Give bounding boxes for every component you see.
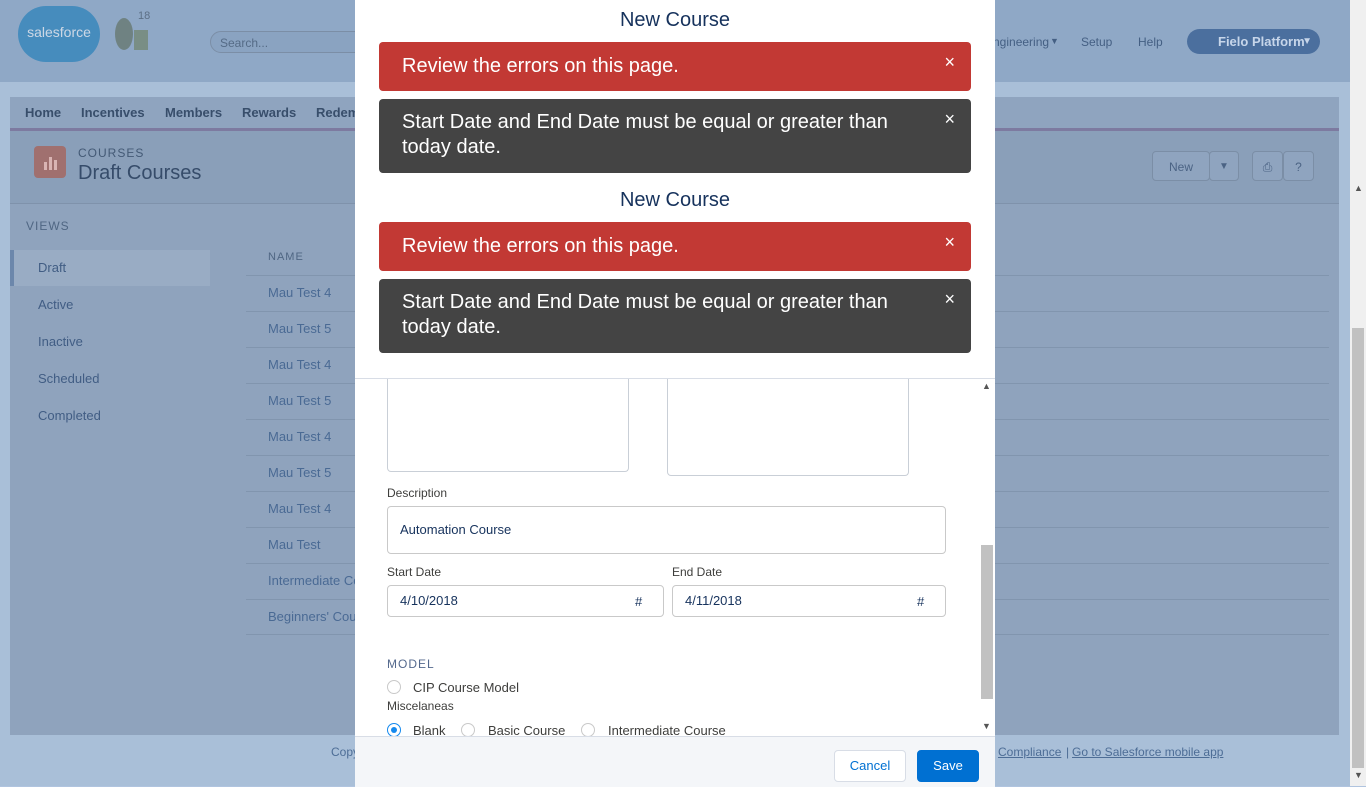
modal-title: New Course	[619, 9, 731, 31]
scrollbar-thumb[interactable]	[981, 545, 993, 699]
nav-tab-members[interactable]: Members	[165, 105, 222, 120]
view-item-completed[interactable]: Completed	[10, 398, 210, 434]
description-label: Description	[387, 486, 448, 500]
setup-link[interactable]: Setup	[1081, 35, 1112, 49]
app-switcher-button[interactable]: Fielo Platform ▼	[1187, 29, 1320, 54]
chart-icon	[34, 146, 66, 178]
modal-scrollbar[interactable]: ▲ ▼	[979, 379, 995, 736]
footer-link-mobile[interactable]: Go to Salesforce mobile app	[1072, 745, 1223, 759]
toast-message: Start Date and End Date must be equal or…	[402, 111, 888, 158]
toast-message: Review the errors on this page.	[402, 235, 679, 257]
start-date-input[interactable]: 4/10/2018	[387, 585, 664, 617]
scroll-down-icon[interactable]: ▼	[982, 721, 991, 731]
end-date-label: End Date	[672, 565, 723, 579]
image-upload-area[interactable]	[387, 379, 629, 472]
views-heading: VIEWS	[26, 219, 70, 233]
help-button[interactable]: ?	[1283, 151, 1314, 181]
scrollbar-thumb[interactable]	[1352, 328, 1364, 768]
nav-tab-home[interactable]: Home	[25, 105, 61, 120]
chevron-down-icon: ▼	[1302, 36, 1312, 47]
salesforce-logo: salesforce	[18, 6, 100, 62]
intermediate-course-radio[interactable]	[581, 723, 595, 737]
calendar-icon[interactable]: #	[635, 594, 642, 609]
close-icon[interactable]: ×	[944, 232, 955, 252]
help-link[interactable]: Help	[1138, 35, 1163, 49]
blank-radio[interactable]	[387, 723, 401, 737]
error-toast: Review the errors on this page. ×	[379, 42, 971, 91]
miscelaneas-label: Miscelaneas	[387, 699, 454, 713]
global-search-input[interactable]: Search...	[210, 31, 370, 53]
footer-link-compliance[interactable]: Compliance	[998, 745, 1061, 759]
window-scrollbar[interactable]: ▲ ▼	[1350, 0, 1366, 786]
save-button[interactable]: Save	[917, 750, 979, 782]
view-item-scheduled[interactable]: Scheduled	[10, 361, 210, 397]
view-item-inactive[interactable]: Inactive	[10, 324, 210, 360]
error-toast: Review the errors on this page. ×	[379, 222, 971, 271]
nav-tab-incentives[interactable]: Incentives	[81, 105, 145, 120]
nav-tab-redemptions[interactable]: Redem	[316, 105, 359, 120]
page-title: Draft Courses	[78, 162, 202, 184]
view-item-draft[interactable]: Draft	[10, 250, 210, 286]
end-date-input[interactable]: 4/11/2018	[672, 585, 946, 617]
chevron-down-icon: ▼	[1050, 36, 1059, 46]
toast-message: Review the errors on this page.	[402, 55, 679, 77]
printer-icon[interactable]: ⎙	[1252, 151, 1283, 181]
app-switcher-label: Fielo Platform	[1218, 34, 1305, 49]
object-label: COURSES	[78, 146, 145, 160]
close-icon[interactable]: ×	[944, 289, 955, 309]
new-button[interactable]: New	[1152, 151, 1210, 181]
info-toast: Start Date and End Date must be equal or…	[379, 279, 971, 353]
toast-message: Start Date and End Date must be equal or…	[402, 291, 888, 338]
close-icon[interactable]: ×	[944, 52, 955, 72]
scroll-down-icon[interactable]: ▼	[1354, 770, 1363, 780]
info-toast: Start Date and End Date must be equal or…	[379, 99, 971, 173]
chevron-down-icon[interactable]: ▼	[1209, 151, 1239, 181]
image-upload-area[interactable]	[667, 379, 909, 476]
cip-course-model-radio[interactable]	[387, 680, 401, 694]
description-input[interactable]: Automation Course	[387, 506, 946, 554]
start-date-label: Start Date	[387, 565, 442, 579]
view-item-active[interactable]: Active	[10, 287, 210, 323]
basic-course-radio[interactable]	[461, 723, 475, 737]
nav-tab-rewards[interactable]: Rewards	[242, 105, 296, 120]
scroll-up-icon[interactable]: ▲	[982, 381, 991, 391]
footer-separator: |	[1066, 745, 1070, 759]
close-icon[interactable]: ×	[944, 109, 955, 129]
model-section-heading: MODEL	[387, 657, 435, 671]
calendar-icon[interactable]: #	[917, 594, 924, 609]
modal-title: New Course	[619, 189, 731, 211]
scroll-up-icon[interactable]: ▲	[1354, 183, 1363, 193]
release-badge: 18	[138, 10, 151, 22]
column-header-name[interactable]: NAME	[268, 251, 304, 263]
cip-course-model-label[interactable]: CIP Course Model	[413, 680, 519, 695]
mascot-icon: 18	[110, 8, 154, 54]
cancel-button[interactable]: Cancel	[834, 750, 906, 782]
